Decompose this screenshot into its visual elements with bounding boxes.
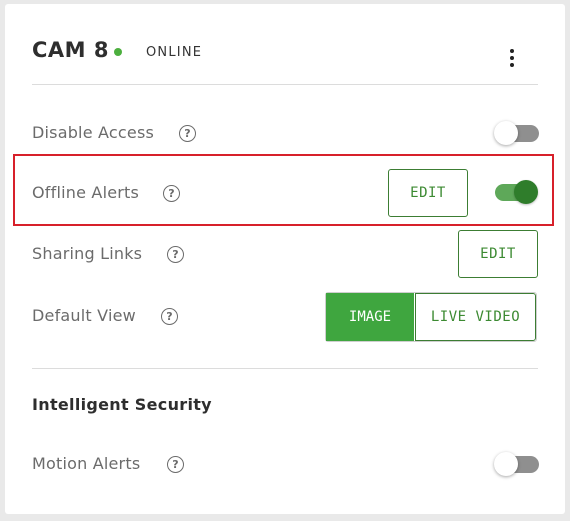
- status-indicator-dot: [114, 48, 122, 56]
- status-text: ONLINE: [146, 45, 203, 60]
- help-icon[interactable]: ?: [167, 246, 184, 263]
- header-divider: [32, 84, 538, 85]
- intelligent-security-heading: Intelligent Security: [32, 395, 212, 414]
- sharing-links-edit-button[interactable]: EDIT: [458, 230, 538, 278]
- default-view-label: Default View: [32, 306, 136, 325]
- offline-alerts-label: Offline Alerts: [32, 183, 140, 202]
- sharing-links-label: Sharing Links: [32, 244, 143, 263]
- camera-name: CAM 8: [32, 38, 109, 62]
- default-view-live-video-option[interactable]: LIVE VIDEO: [415, 293, 536, 341]
- default-view-image-option[interactable]: IMAGE: [326, 293, 414, 341]
- camera-settings-card: CAM 8 ONLINE Disable Access ? Offline Al…: [5, 4, 565, 514]
- disable-access-toggle[interactable]: [494, 121, 540, 145]
- section-divider: [32, 368, 538, 369]
- help-icon[interactable]: ?: [167, 456, 184, 473]
- motion-alerts-label: Motion Alerts: [32, 454, 141, 473]
- offline-alerts-edit-button[interactable]: EDIT: [388, 169, 468, 217]
- disable-access-label: Disable Access: [32, 123, 155, 142]
- help-icon[interactable]: ?: [161, 308, 178, 325]
- kebab-menu-icon[interactable]: [505, 42, 519, 74]
- help-icon[interactable]: ?: [179, 125, 196, 142]
- help-icon[interactable]: ?: [163, 185, 180, 202]
- offline-alerts-toggle[interactable]: [492, 180, 538, 204]
- motion-alerts-toggle[interactable]: [494, 452, 540, 476]
